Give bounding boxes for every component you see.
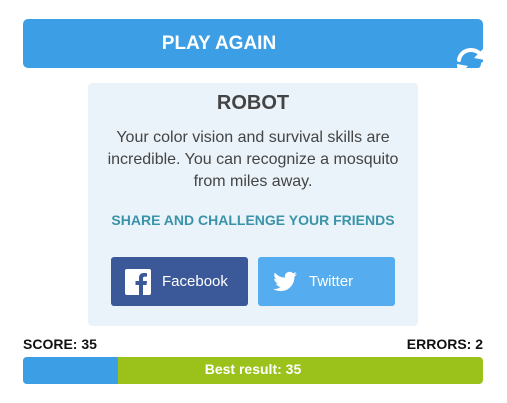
facebook-share-button[interactable]: Facebook bbox=[111, 257, 248, 306]
twitter-share-button[interactable]: Twitter bbox=[258, 257, 395, 306]
progress-bar: Best result: 35 bbox=[23, 357, 483, 384]
result-card: ROBOT Your color vision and survival ski… bbox=[88, 83, 418, 326]
twitter-icon bbox=[273, 271, 297, 292]
refresh-icon[interactable] bbox=[453, 46, 489, 78]
score-label: SCORE: 35 bbox=[23, 336, 97, 352]
best-result-label: Best result: 35 bbox=[204, 361, 302, 377]
play-again-button[interactable]: PLAY AGAIN bbox=[23, 19, 485, 76]
result-description: Your color vision and survival skills ar… bbox=[107, 129, 399, 190]
result-title: ROBOT bbox=[216, 92, 290, 114]
facebook-icon bbox=[125, 269, 151, 295]
facebook-label: Facebook bbox=[162, 273, 228, 290]
share-heading: SHARE AND CHALLENGE YOUR FRIENDS bbox=[111, 212, 395, 228]
twitter-label: Twitter bbox=[309, 273, 354, 290]
play-again-label: PLAY AGAIN bbox=[161, 33, 277, 54]
errors-label: ERRORS: 2 bbox=[406, 336, 483, 352]
